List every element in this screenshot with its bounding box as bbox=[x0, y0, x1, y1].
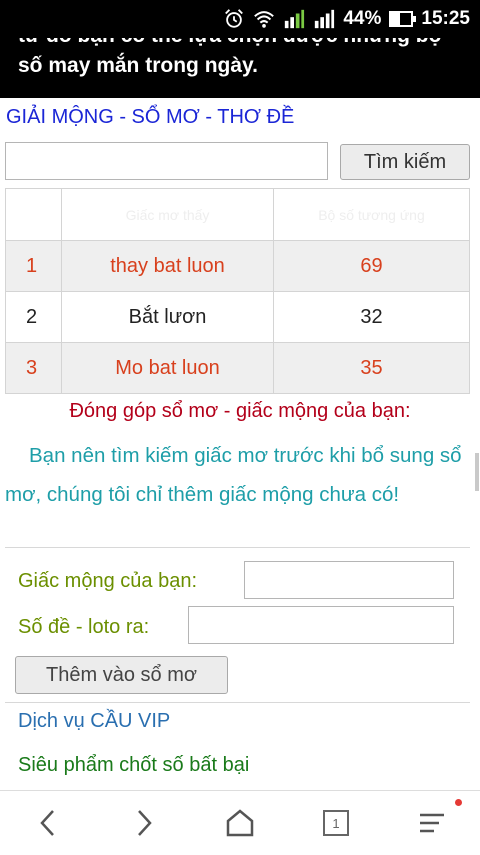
row-dream[interactable]: Mo bat luon bbox=[61, 342, 274, 394]
row-index: 1 bbox=[5, 240, 62, 292]
dream-results-table: Giấc mơ thấy Bộ số tương ứng 1 thay bat … bbox=[5, 188, 470, 394]
wifi-icon bbox=[254, 11, 275, 28]
forward-button[interactable] bbox=[96, 791, 192, 855]
section-heading: GIẢI MỘNG - SỔ MƠ - THƠ ĐỀ bbox=[6, 106, 295, 128]
vip-service-link[interactable]: Dịch vụ CẦU VIP bbox=[18, 710, 170, 733]
contribute-title: Đóng góp sổ mơ - giấc mộng của bạn: bbox=[69, 400, 411, 422]
col-header-dream: Giấc mơ thấy bbox=[61, 188, 274, 241]
row-dream[interactable]: Bắt lươn bbox=[61, 291, 274, 343]
row-number: 69 bbox=[273, 240, 470, 292]
divider bbox=[5, 547, 470, 548]
home-button[interactable] bbox=[192, 791, 288, 855]
table-row[interactable]: 3 Mo bat luon 35 bbox=[5, 342, 470, 394]
article-tail: từ đó bạn có thể lựa chọn được những bộ … bbox=[0, 38, 480, 98]
row-index: 2 bbox=[5, 291, 62, 343]
divider bbox=[5, 702, 470, 703]
add-to-dreambook-button[interactable]: Thêm vào sổ mơ bbox=[15, 656, 228, 694]
page-content: GIẢI MỘNG - SỔ MƠ - THƠ ĐỀ Tìm kiếm Giấc… bbox=[0, 98, 480, 790]
home-icon bbox=[226, 809, 254, 837]
row-dream[interactable]: thay bat luon bbox=[61, 240, 274, 292]
forward-icon bbox=[138, 810, 152, 836]
signal-sim1-icon bbox=[285, 9, 305, 29]
table-header-row: Giấc mơ thấy Bộ số tương ứng bbox=[5, 188, 470, 241]
battery-icon bbox=[389, 11, 417, 27]
dream-field-label: Giấc mộng của bạn: bbox=[18, 570, 197, 592]
scrollbar[interactable] bbox=[475, 453, 479, 491]
status-bar: 44% 15:25 bbox=[0, 0, 480, 38]
row-number: 32 bbox=[273, 291, 470, 343]
number-field[interactable] bbox=[188, 606, 454, 644]
row-index: 3 bbox=[5, 342, 62, 394]
menu-icon bbox=[420, 813, 444, 833]
alarm-icon bbox=[225, 9, 244, 28]
article-line: số may mắn trong ngày. bbox=[18, 54, 258, 77]
contribute-note: Bạn nên tìm kiếm giấc mơ trước khi bổ su… bbox=[5, 444, 462, 506]
signal-sim2-icon bbox=[315, 9, 335, 29]
col-header-number: Bộ số tương ứng bbox=[273, 188, 470, 241]
search-input[interactable] bbox=[5, 142, 328, 180]
dream-field[interactable] bbox=[244, 561, 454, 599]
browser-bottom-nav: 1 bbox=[0, 790, 480, 854]
clock: 15:25 bbox=[421, 8, 470, 29]
back-icon bbox=[40, 810, 54, 836]
tabs-icon: 1 bbox=[323, 810, 349, 836]
row-number: 35 bbox=[273, 342, 470, 394]
number-field-label: Số đề - loto ra: bbox=[18, 616, 150, 638]
tabs-button[interactable]: 1 bbox=[288, 791, 384, 855]
table-row[interactable]: 2 Bắt lươn 32 bbox=[5, 291, 470, 343]
menu-button[interactable] bbox=[384, 791, 480, 855]
search-button[interactable]: Tìm kiếm bbox=[340, 144, 470, 180]
col-header-index bbox=[5, 188, 62, 241]
notification-dot bbox=[455, 799, 462, 806]
article-line-cut: từ đó bạn có thể lựa chọn được những bộ bbox=[18, 38, 441, 48]
back-button[interactable] bbox=[0, 791, 96, 855]
table-row[interactable]: 1 thay bat luon 69 bbox=[5, 240, 470, 292]
promo-link[interactable]: Siêu phẩm chốt số bất bại bbox=[18, 754, 249, 777]
battery-percent: 44% bbox=[343, 8, 382, 29]
